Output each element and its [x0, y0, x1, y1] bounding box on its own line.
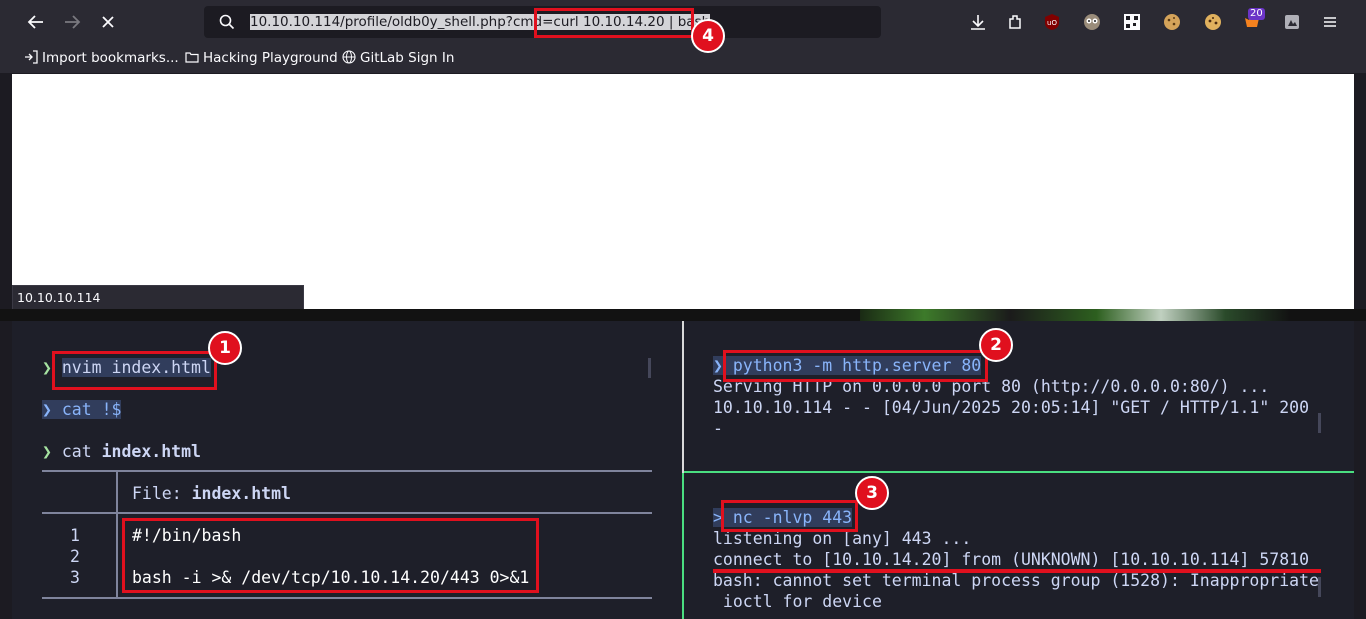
- bookmark-import[interactable]: Import bookmarks...: [24, 50, 179, 66]
- line-number: 3: [70, 568, 80, 587]
- bookmark-gitlab[interactable]: GitLab Sign In: [342, 50, 454, 66]
- output-line: connect to [10.10.14.20] from (UNKNOWN) …: [713, 550, 1310, 569]
- scroll-indicator: [1318, 577, 1321, 597]
- container-icon[interactable]: [1282, 12, 1302, 32]
- wallpaper-art: [860, 309, 1290, 321]
- output-line: -: [713, 419, 723, 438]
- command-text: cat !$: [61, 400, 122, 419]
- annotation-box-netcat: [721, 500, 858, 532]
- bat-gutter-rule: [116, 472, 118, 598]
- bookmark-label: GitLab Sign In: [360, 50, 455, 66]
- annotation-badge-2: 2: [979, 328, 1013, 362]
- search-icon: [219, 14, 235, 30]
- status-url-tooltip: 10.10.10.114: [12, 285, 304, 309]
- import-icon: [25, 50, 38, 64]
- globe-icon: [342, 50, 356, 64]
- bookmark-label: Import bookmarks...: [42, 50, 179, 66]
- stop-button[interactable]: [96, 10, 120, 34]
- annotation-box-url-command: [534, 8, 694, 38]
- back-arrow-icon: [27, 15, 43, 29]
- qr-icon[interactable]: [1122, 12, 1142, 32]
- output-line: bash: cannot set terminal process group …: [713, 571, 1319, 590]
- bookmark-hacking-playground[interactable]: Hacking Playground: [185, 50, 338, 66]
- cookie-editor-icon[interactable]: [1203, 12, 1223, 32]
- annotation-box-payload: [122, 518, 539, 593]
- bookmark-label: Hacking Playground: [203, 50, 338, 66]
- forward-button[interactable]: [60, 10, 84, 34]
- scroll-indicator: [648, 358, 651, 378]
- line-number: 1: [70, 526, 80, 545]
- forward-arrow-icon: [65, 15, 81, 29]
- annotation-badge-1: 1: [208, 331, 242, 365]
- bat-bottom-rule: [42, 597, 652, 599]
- bat-top-rule: [42, 470, 652, 472]
- terminal-right-bottom[interactable]: > nc -nlvp 443 listening on [any] 443 ..…: [684, 473, 1354, 619]
- output-line: listening on [any] 443 ...: [713, 529, 972, 548]
- svg-text:uO: uO: [1047, 19, 1057, 27]
- extensions-icon[interactable]: [1005, 12, 1025, 32]
- cookie-icon[interactable]: [1162, 12, 1182, 32]
- annotation-badge-4: 4: [691, 19, 725, 53]
- scroll-indicator: [1318, 413, 1321, 433]
- owl-icon[interactable]: [1082, 12, 1102, 32]
- annotation-badge-3: 3: [855, 476, 889, 510]
- page-content: [12, 74, 1354, 309]
- bat-file-header: File: index.html: [132, 484, 291, 503]
- download-icon[interactable]: [968, 12, 988, 32]
- url-prefix: 10.10.10.114/profile/oldb0y_shell.php?cm…: [250, 14, 554, 30]
- line-number: 2: [70, 547, 80, 566]
- terminal-right-top[interactable]: ❯ python3 -m http.server 80 Serving HTTP…: [684, 321, 1354, 471]
- close-icon: [102, 16, 114, 28]
- output-line: ioctl for device: [713, 592, 882, 611]
- annotation-box-nvim: [52, 351, 217, 390]
- annotation-box-http-server: [723, 350, 988, 382]
- folder-icon: [185, 52, 199, 63]
- prompt-line-3: ❯ cat index.html: [42, 442, 201, 461]
- annotation-underline-connect: [713, 569, 1321, 573]
- bookmarks-bar: Import bookmarks... Hacking Playground G…: [0, 44, 1366, 73]
- back-button[interactable]: [24, 10, 48, 34]
- bat-mid-rule: [42, 512, 652, 514]
- ublock-icon[interactable]: uO: [1042, 12, 1062, 32]
- menu-icon[interactable]: [1320, 12, 1340, 32]
- extension-badge: 20: [1248, 8, 1265, 20]
- output-line: 10.10.10.114 - - [04/Jun/2025 20:05:14] …: [713, 398, 1310, 417]
- prompt-line-2: ❯ cat !$: [42, 400, 122, 419]
